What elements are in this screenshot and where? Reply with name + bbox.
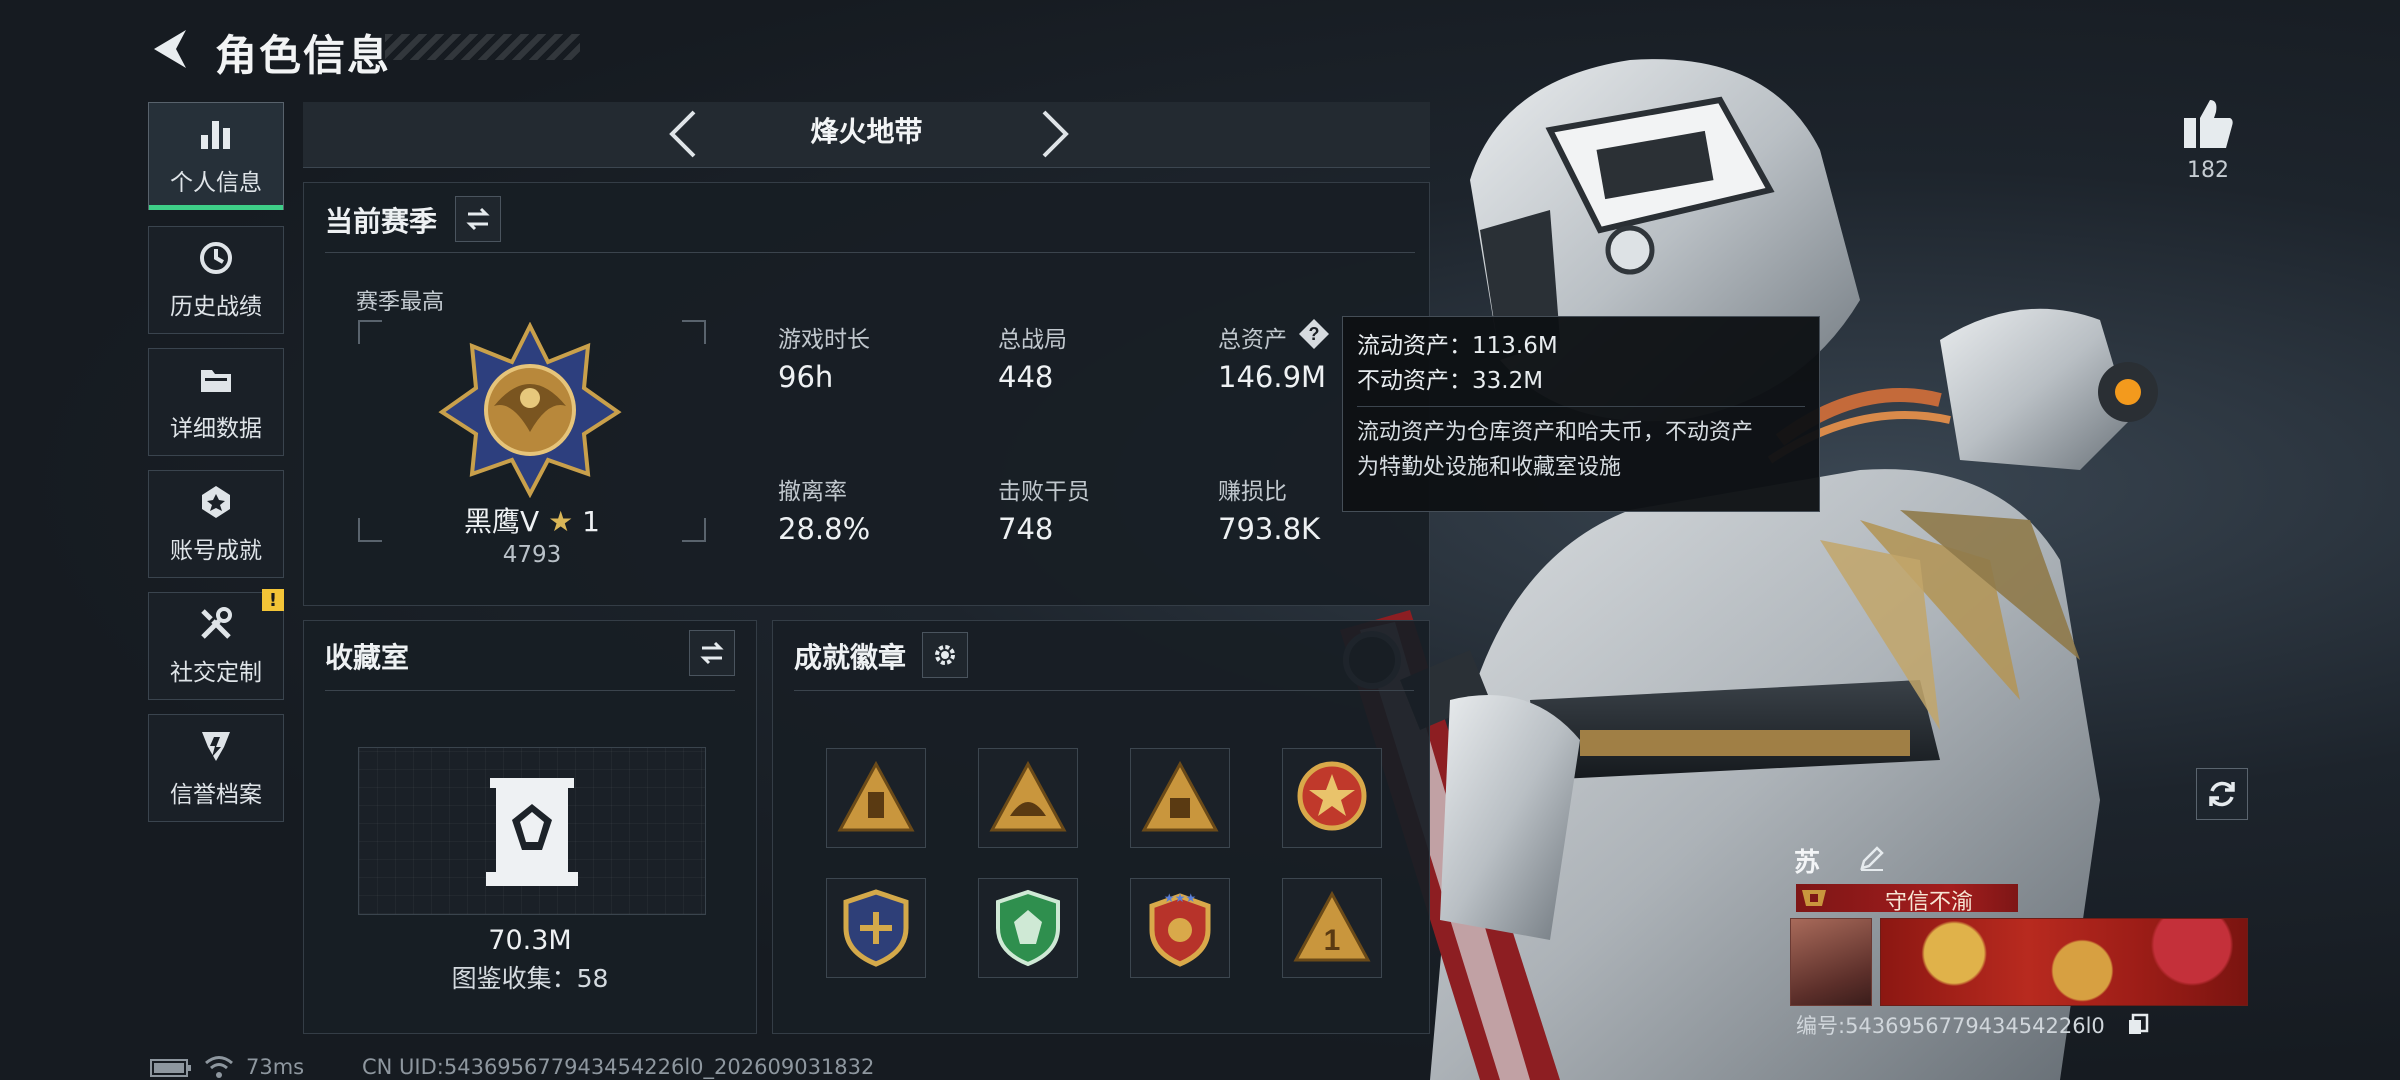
season-best-label: 赛季最高 (356, 290, 445, 315)
sidebar-item-account-achievements[interactable]: 账号成就 (148, 470, 284, 578)
tooltip-liquid-assets: 流动资产：113.6M (1357, 333, 1558, 359)
badge-slot[interactable] (978, 878, 1078, 978)
stat-label-total-assets: 总资产 (1218, 327, 1287, 353)
credit-icon (202, 732, 230, 761)
sidebar-item-label: 历史战绩 (170, 294, 262, 320)
thumbs-up-icon[interactable] (2180, 96, 2236, 152)
season-panel-title: 当前赛季 (325, 205, 438, 238)
network-latency: 73ms (246, 1055, 305, 1079)
rotate-view-button[interactable] (2196, 768, 2248, 820)
title-decoration (385, 34, 580, 60)
stat-value-operators-defeated: 748 (998, 512, 1054, 546)
collection-case-icon (486, 778, 578, 886)
stat-value-total-matches: 448 (998, 360, 1054, 394)
triangle-cargo-badge-icon (1141, 760, 1219, 832)
stat-label-playtime: 游戏时长 (778, 327, 870, 353)
battery-icon (150, 1059, 191, 1077)
mode-name: 烽火地带 (810, 115, 923, 148)
history-icon (200, 242, 232, 274)
help-icon[interactable]: ? (1298, 318, 1330, 350)
stat-label-operators-defeated: 击败干员 (998, 479, 1090, 505)
sidebar-item-label: 社交定制 (170, 660, 262, 686)
gear-icon (935, 645, 955, 665)
badge-slot[interactable] (826, 748, 926, 848)
switch-arrows-icon (466, 207, 490, 231)
shield-gold-badge-icon (843, 889, 909, 967)
star-medal-badge-icon (1297, 761, 1367, 831)
shield-red-stars-badge-icon: ★★★ (1149, 891, 1211, 967)
sidebar-item-label: 个人信息 (170, 170, 262, 196)
panel-divider (325, 690, 735, 691)
badge-slot[interactable] (826, 878, 926, 978)
refresh-icon (2209, 781, 2235, 807)
rank-stars: 1 (582, 505, 600, 538)
alert-badge: ! (262, 589, 284, 611)
badge-number: 1 (1324, 924, 1341, 957)
edit-pen-icon[interactable] (1858, 844, 1886, 872)
sidebar-item-detailed-data[interactable]: 详细数据 (148, 348, 284, 456)
badge-slot[interactable] (1282, 748, 1382, 848)
sidebar-item-label: 账号成就 (170, 538, 262, 564)
collection-panel-title: 收藏室 (325, 641, 410, 674)
sidebar-item-label: 信誉档案 (170, 782, 262, 808)
sidebar-item-history[interactable]: 历史战绩 (148, 226, 284, 334)
triangle-helmet-badge-icon (989, 760, 1067, 832)
tooltip-description: 流动资产为仓库资产和哈夫币，不动资产 为特勤处设施和收藏室设施 (1357, 406, 1805, 485)
stat-label-profit-loss-ratio: 赚损比 (1218, 479, 1287, 505)
sidebar-item-label: 详细数据 (170, 416, 262, 442)
badges-panel-title: 成就徽章 (794, 641, 907, 674)
badge-slot[interactable]: ★★★ (1130, 878, 1230, 978)
bar-chart-icon (201, 121, 230, 149)
triangle-number-badge-icon: 1 (1293, 890, 1371, 962)
like-count: 182 (2187, 158, 2229, 183)
panel-divider (794, 690, 1414, 691)
stat-value-total-assets: 146.9M (1218, 360, 1327, 394)
player-name: 苏 (1794, 848, 1821, 878)
next-mode-chevron-icon[interactable] (1034, 108, 1074, 160)
name-card-banner[interactable] (1880, 918, 2248, 1006)
collection-value: 70.3M (488, 925, 572, 956)
rank-score: 4793 (502, 542, 562, 568)
tooltip-description-line: 流动资产为仓库资产和哈夫币，不动资产 (1357, 420, 1754, 445)
folder-icon (201, 370, 231, 392)
collection-count: 图鉴收集：58 (451, 964, 609, 993)
svg-text:?: ? (1309, 324, 1320, 344)
page-title: 角色信息 (215, 31, 392, 80)
stat-value-profit-loss-ratio: 793.8K (1218, 512, 1321, 546)
badge-slot[interactable] (978, 748, 1078, 848)
player-title: 守信不渝 (1884, 890, 1973, 915)
stat-label-extraction-rate: 撤离率 (778, 479, 847, 505)
achievement-icon (202, 486, 230, 518)
stat-value-playtime: 96h (778, 360, 834, 394)
season-switch-button[interactable] (455, 196, 501, 242)
tools-icon (201, 607, 232, 639)
tooltip-fixed-assets: 不动资产：33.2M (1357, 367, 1544, 394)
back-arrow-icon[interactable] (148, 26, 194, 72)
copy-icon[interactable] (2126, 1012, 2150, 1036)
avatar[interactable] (1790, 918, 1872, 1006)
badges-settings-button[interactable] (922, 632, 968, 678)
tooltip-description-line: 为特勤处设施和收藏室设施 (1357, 455, 1622, 481)
sidebar-item-credit-record[interactable]: 信誉档案 (148, 714, 284, 822)
rank-name: 黑鹰V (464, 505, 540, 538)
rank-emblem-icon (438, 322, 622, 498)
rank-name-row: 黑鹰V ★ 1 (358, 500, 706, 540)
account-uid: CN UID:543695677943454226l0_202609031832 (362, 1055, 875, 1079)
sidebar-item-personal-info[interactable]: 个人信息 (148, 102, 284, 210)
panel-divider (325, 252, 1415, 253)
shield-green-badge-icon (996, 889, 1060, 967)
svg-text:★★★: ★★★ (1164, 891, 1196, 905)
total-assets-tooltip: 流动资产：113.6M 不动资产：33.2M 流动资产为仓库资产和哈夫币，不动资… (1342, 316, 1820, 512)
switch-arrows-icon (700, 641, 724, 665)
badge-slot[interactable]: 1 (1282, 878, 1382, 978)
star-icon: ★ (548, 505, 574, 538)
wifi-icon (205, 1056, 233, 1078)
stat-label-total-matches: 总战局 (998, 327, 1067, 353)
stat-value-extraction-rate: 28.8% (778, 512, 871, 546)
badge-slot[interactable] (1130, 748, 1230, 848)
collection-switch-button[interactable] (689, 630, 735, 676)
player-id: 编号:543695677943454226l0 (1796, 1014, 2105, 1038)
triangle-tower-badge-icon (837, 760, 915, 832)
title-emblem-icon (1802, 890, 1826, 906)
